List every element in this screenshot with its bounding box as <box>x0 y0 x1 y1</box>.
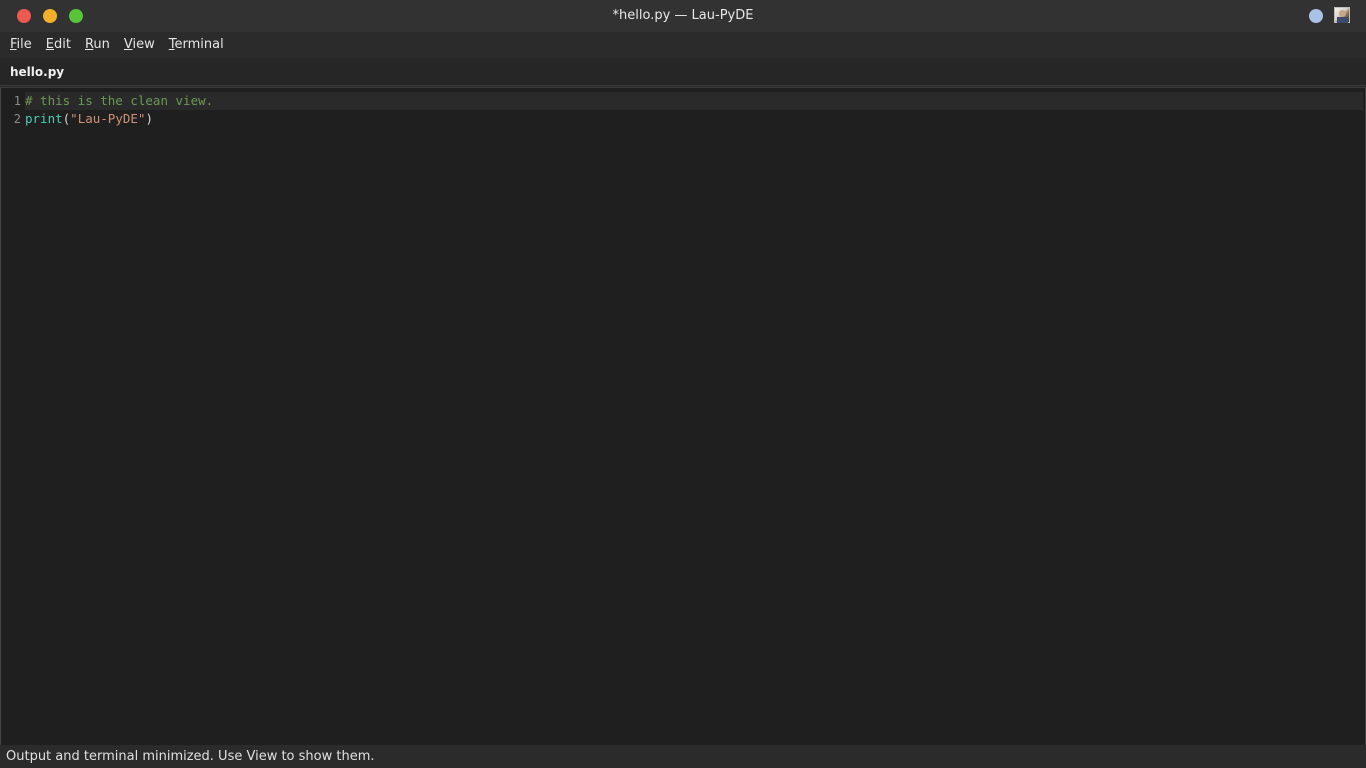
code-editor[interactable]: 1 # this is the clean view. 2 print("Lau… <box>0 87 1366 745</box>
status-bar: Output and terminal minimized. Use View … <box>0 745 1366 768</box>
string-token: "Lau-PyDE" <box>70 111 146 126</box>
code-line[interactable]: 2 print("Lau-PyDE") <box>1 110 1365 128</box>
comment-token: # this is the clean view. <box>25 93 214 108</box>
user-avatar-icon[interactable] <box>1334 7 1350 23</box>
builtin-token: print <box>25 111 63 126</box>
tab-hello-py[interactable]: hello.py <box>0 58 74 86</box>
menu-terminal[interactable]: Terminal <box>162 32 231 58</box>
paren-token: ) <box>145 111 153 126</box>
line-number: 1 <box>13 94 21 108</box>
menu-edit[interactable]: Edit <box>39 32 78 58</box>
menu-run[interactable]: Run <box>78 32 117 58</box>
line-content[interactable]: print("Lau-PyDE") <box>25 110 1363 128</box>
window-title: *hello.py — Lau-PyDE <box>612 8 754 23</box>
line-number: 2 <box>13 112 21 126</box>
line-content[interactable]: # this is the clean view. <box>25 92 1363 110</box>
code-line[interactable]: 1 # this is the clean view. <box>1 92 1365 110</box>
ide-window: *hello.py — Lau-PyDE File Edit Run View … <box>0 0 1366 768</box>
menu-file[interactable]: File <box>3 32 39 58</box>
menu-view[interactable]: View <box>117 32 162 58</box>
menu-bar: File Edit Run View Terminal <box>0 32 1366 58</box>
status-dot-icon[interactable] <box>1309 9 1323 23</box>
editor-tab-bar: hello.py <box>0 58 1366 86</box>
title-bar[interactable]: *hello.py — Lau-PyDE <box>0 0 1366 32</box>
status-message: Output and terminal minimized. Use View … <box>6 749 375 764</box>
